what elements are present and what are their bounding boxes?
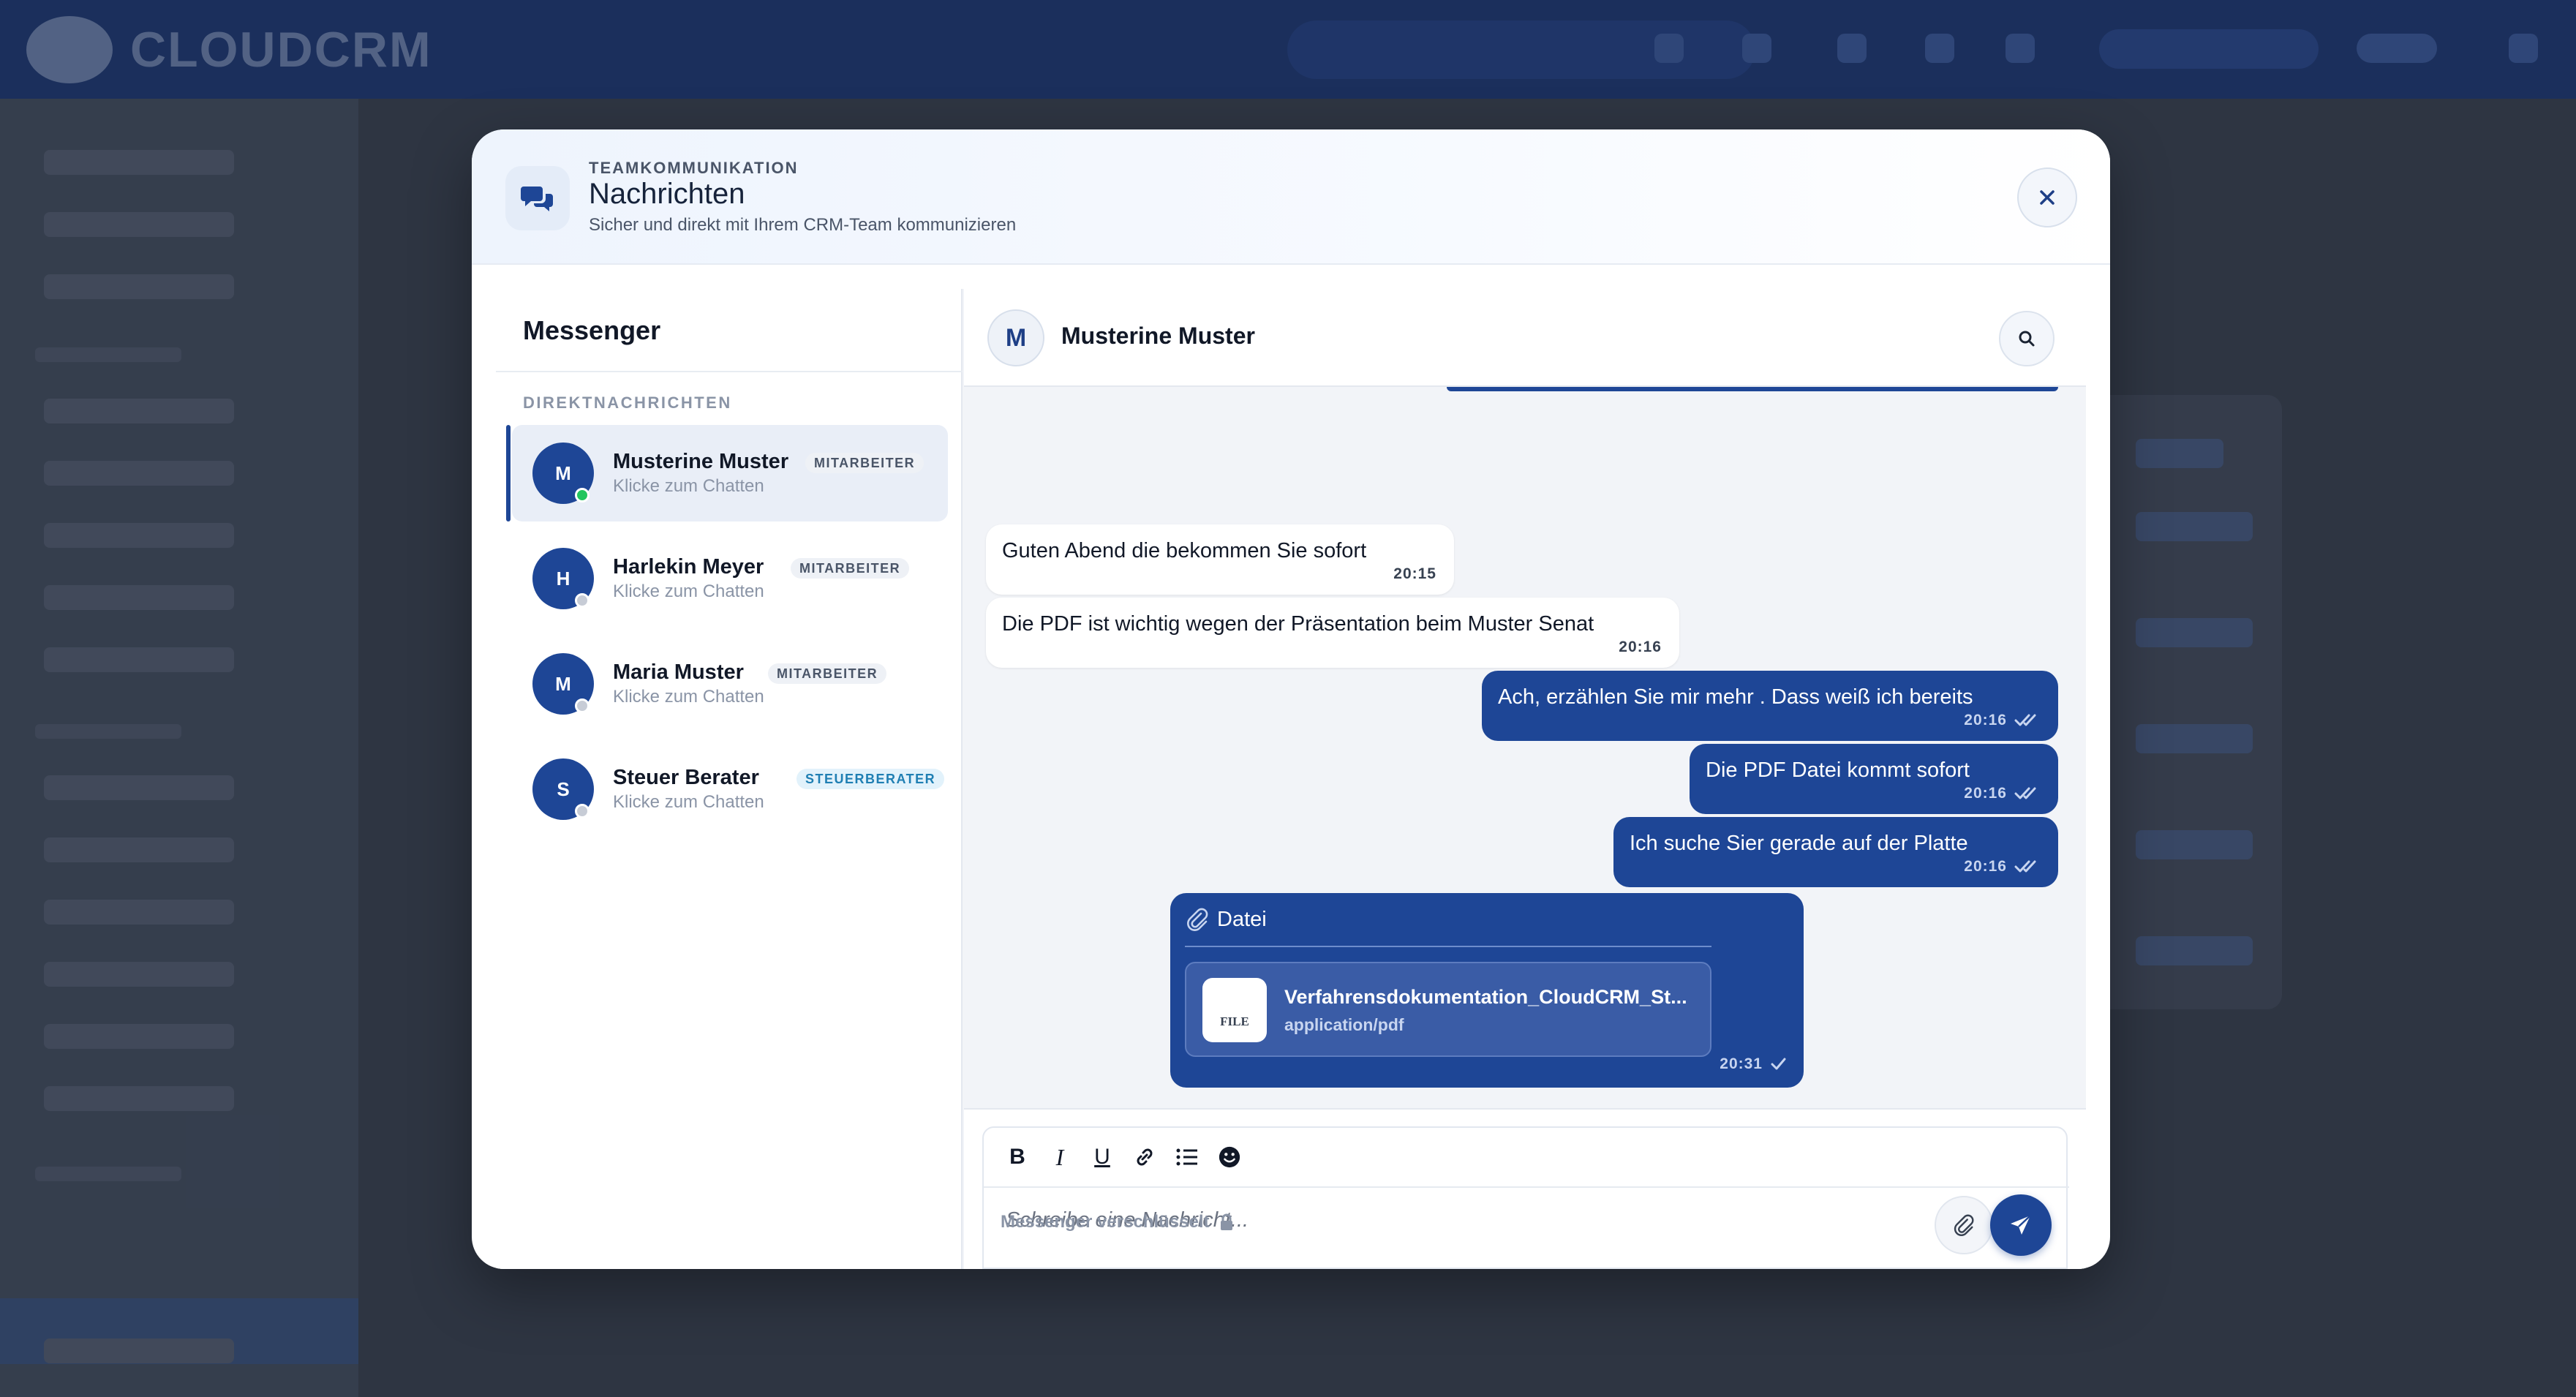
message-outgoing: Ich suche Sier gerade auf der Platte 20:… [1613,817,2058,887]
message-text: Ach, erzählen Sie mir mehr . Dass weiß i… [1498,685,1973,709]
offline-status-dot [575,698,590,713]
encryption-note-text: Messenger verschlüsselt [1001,1212,1210,1232]
file-attachment-card[interactable]: FILE Verfahrensdokumentation_CloudCRM_St… [1185,962,1711,1057]
paperclip-icon [1954,1214,1974,1237]
message-file-outgoing: Datei FILE Verfahrensdokumentation_Cloud… [1170,893,1804,1088]
file-icon-label: FILE [1220,1014,1249,1028]
message-incoming: Die PDF ist wichtig wegen der Präsentati… [986,598,1679,668]
file-document-icon: FILE [1202,978,1267,1042]
modal-eyebrow: TEAMKOMMUNIKATION [589,159,799,177]
message-text: Die PDF Datei kommt sofort [1706,758,1970,782]
send-icon [2011,1215,2031,1235]
lock-icon [1221,1213,1233,1230]
contact-subtitle: Klicke zum Chatten [613,581,764,601]
message-composer: B I U Schreibe eine Nachricht... [982,1126,2069,1269]
modal-subtitle: Sicher und direkt mit Ihrem CRM-Team kom… [589,215,1017,235]
messages-modal: TEAMKOMMUNIKATION Nachrichten Sicher und… [472,129,2110,1269]
contact-name: Harlekin Meyer [613,555,764,579]
messenger-title: Messenger [523,315,661,345]
file-mime-type: application/pdf [1284,1015,1404,1034]
double-check-icon [2014,860,2036,873]
chat-partner-name: Musterine Muster [1061,323,1255,349]
message-outgoing: Ach, erzählen Sie mir mehr . Dass weiß i… [1482,671,2058,741]
message-outgoing: Die PDF Datei kommt sofort 20:16 [1690,744,2058,814]
previous-message-edge [1447,387,2058,391]
contact-item-harlekin-meyer[interactable]: H Harlekin Meyer MITARBEITER Klicke zum … [512,530,948,627]
role-badge: STEUERBERATER [796,769,945,789]
role-badge: MITARBEITER [768,663,887,684]
message-text: Die PDF ist wichtig wegen der Präsentati… [1002,612,1594,636]
message-time: 20:15 [1393,561,1436,587]
contact-item-steuer-berater[interactable]: S Steuer Berater STEUERBERATER Klicke zu… [512,741,948,837]
message-timestamp: 20:16 [1619,639,1662,655]
attach-file-button[interactable] [1935,1196,1993,1254]
encryption-note: Messenger verschlüsselt [1001,1212,1234,1232]
file-header: Datei [1185,906,1267,933]
contact-subtitle: Klicke zum Chatten [613,476,764,496]
double-check-icon [2014,714,2036,726]
contacts-panel: Messenger DIREKTNACHRICHTEN M Musterine … [496,289,963,1269]
close-icon [2040,190,2055,205]
message-time: 20:31 [1720,1051,1786,1077]
file-label: Datei [1217,908,1267,931]
list-icon[interactable] [1175,1145,1199,1169]
offline-status-dot [575,804,590,818]
offline-status-dot [575,593,590,608]
message-time: 20:16 [1964,780,2041,807]
message-timestamp: 20:16 [1964,785,2007,802]
section-label: DIREKTNACHRICHTEN [523,394,732,412]
chat-search-button[interactable] [1999,311,2055,366]
chat-header: M Musterine Muster [964,289,2086,387]
emoji-icon[interactable] [1218,1145,1241,1169]
contact-subtitle: Klicke zum Chatten [613,687,764,707]
contact-item-musterine-muster[interactable]: M Musterine Muster MITARBEITER Klicke zu… [506,425,948,521]
online-status-dot [575,488,590,502]
paperclip-icon [1187,908,1208,931]
contact-item-maria-muster[interactable]: M Maria Muster MITARBEITER Klicke zum Ch… [512,636,948,732]
chat-panel: M Musterine Muster Guten Abend die bekom… [964,289,2086,1269]
message-timestamp: 20:31 [1720,1055,1763,1072]
message-timestamp: 20:16 [1964,712,2007,728]
message-time: 20:16 [1964,854,2041,880]
send-button[interactable] [1990,1194,2052,1256]
chat-partner-avatar: M [987,309,1044,366]
role-badge: MITARBEITER [805,453,924,473]
single-check-icon [1771,1058,1786,1070]
file-name: Verfahrensdokumentation_CloudCRM_St... [1284,986,1687,1008]
close-button[interactable] [2017,167,2077,227]
search-icon [2019,331,2035,347]
contact-name: Steuer Berater [613,766,759,789]
message-time: 20:16 [1619,634,1662,660]
message-time: 20:16 [1964,707,2041,734]
contact-name: Maria Muster [613,660,744,684]
contact-name: Musterine Muster [613,450,789,473]
contact-subtitle: Klicke zum Chatten [613,792,764,812]
message-timestamp: 20:15 [1393,565,1436,582]
file-divider [1185,946,1711,947]
bold-icon[interactable]: B [1006,1145,1029,1169]
modal-title: Nachrichten [589,178,745,210]
chat-bubbles-icon [505,166,570,230]
message-timestamp: 20:16 [1964,858,2007,875]
divider [496,371,963,372]
formatting-toolbar: B I U [984,1128,2069,1188]
message-text: Guten Abend die bekommen Sie sofort [1002,539,1367,562]
italic-icon[interactable]: I [1048,1144,1072,1170]
message-incoming: Guten Abend die bekommen Sie sofort 20:1… [986,524,1454,595]
link-icon[interactable] [1133,1145,1156,1169]
underline-icon[interactable]: U [1091,1145,1114,1169]
modal-header: TEAMKOMMUNIKATION Nachrichten Sicher und… [472,129,2110,265]
message-text: Ich suche Sier gerade auf der Platte [1630,832,1968,855]
role-badge: MITARBEITER [791,558,910,579]
double-check-icon [2014,787,2036,799]
